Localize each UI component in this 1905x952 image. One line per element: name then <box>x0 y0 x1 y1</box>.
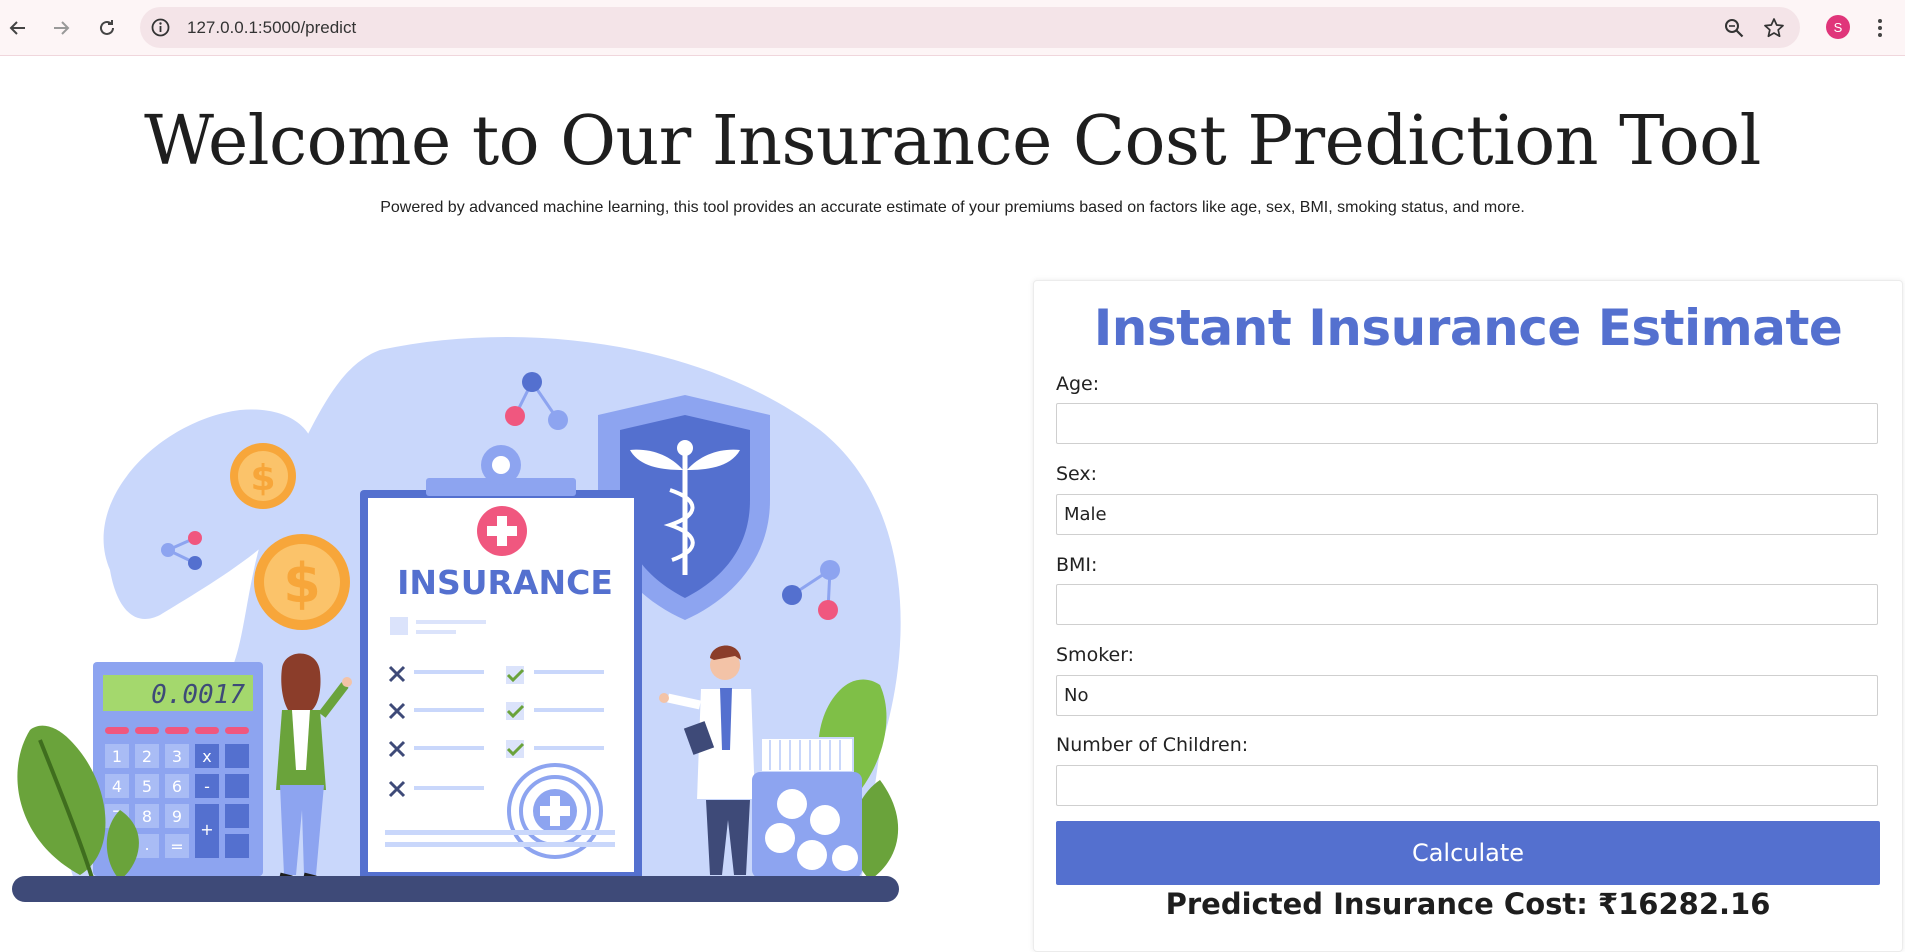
children-label: Number of Children: <box>1056 734 1249 756</box>
svg-text:6: 6 <box>172 777 182 796</box>
star-icon[interactable] <box>1763 17 1785 39</box>
forward-icon[interactable] <box>47 14 75 42</box>
sex-label: Sex: <box>1056 463 1098 485</box>
prediction-result: Predicted Insurance Cost: ₹16282.16 <box>1165 887 1771 921</box>
form-title: Instant Insurance Estimate <box>1093 299 1843 357</box>
bmi-label: BMI: <box>1056 554 1098 576</box>
page-subtitle: Powered by advanced machine learning, th… <box>380 199 1525 216</box>
svg-text:+: + <box>200 820 213 839</box>
reload-icon[interactable] <box>93 14 121 42</box>
clipboard-document: INSURANCE <box>360 445 642 880</box>
sex-select[interactable]: Male <box>1056 494 1878 535</box>
age-input[interactable] <box>1056 403 1878 444</box>
page-title: Welcome to Our Insurance Cost Prediction… <box>144 102 1761 181</box>
calculate-button[interactable]: Calculate <box>1056 821 1880 885</box>
url-text[interactable]: 127.0.0.1:5000/predict <box>187 18 356 38</box>
svg-text:5: 5 <box>142 777 152 796</box>
age-label: Age: <box>1056 373 1100 395</box>
svg-text:-: - <box>204 777 210 796</box>
menu-icon[interactable] <box>1870 14 1890 42</box>
svg-text:2: 2 <box>142 747 152 766</box>
svg-text:3: 3 <box>172 747 182 766</box>
estimate-form-card: Instant Insurance Estimate Age: Sex: Mal… <box>1033 280 1903 952</box>
svg-text:x: x <box>202 747 211 766</box>
browser-toolbar: 127.0.0.1:5000/predict S <box>0 0 1905 56</box>
bmi-input[interactable] <box>1056 584 1878 625</box>
coin-icon: $ <box>254 534 350 630</box>
smoker-label: Smoker: <box>1056 644 1135 666</box>
svg-text:8: 8 <box>142 807 152 826</box>
profile-avatar[interactable]: S <box>1826 15 1850 39</box>
smoker-select[interactable]: No <box>1056 675 1878 716</box>
svg-text:=: = <box>170 837 183 856</box>
svg-text:9: 9 <box>172 807 182 826</box>
svg-text:0.0017: 0.0017 <box>151 680 245 710</box>
svg-text:$: $ <box>250 458 275 499</box>
address-bar[interactable]: 127.0.0.1:5000/predict <box>140 7 1800 48</box>
children-input[interactable] <box>1056 765 1878 806</box>
svg-text:1: 1 <box>112 747 122 766</box>
svg-text:INSURANCE: INSURANCE <box>397 563 613 602</box>
svg-text:$: $ <box>283 552 321 615</box>
info-icon[interactable] <box>150 17 171 38</box>
back-icon[interactable] <box>4 14 32 42</box>
svg-text:.: . <box>144 835 149 854</box>
zoom-icon[interactable] <box>1723 17 1745 39</box>
svg-text:4: 4 <box>112 777 122 796</box>
insurance-illustration: $ $ INSURANCE 0.0017 1 2 3 x 4 5 6 - 8 9… <box>0 330 920 910</box>
pill-bottle-icon <box>752 737 862 878</box>
coin-icon: $ <box>230 443 296 509</box>
